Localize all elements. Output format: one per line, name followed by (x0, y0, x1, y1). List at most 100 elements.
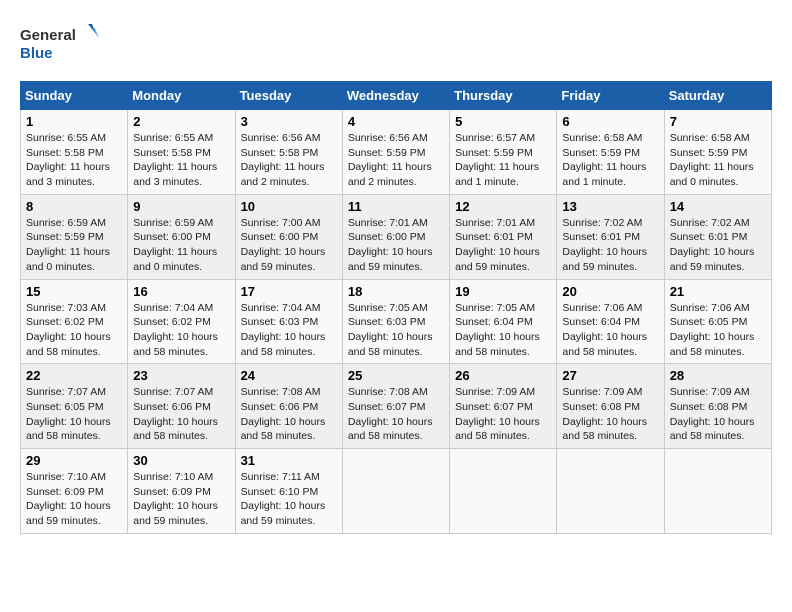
day-number: 20 (562, 284, 658, 299)
calendar-cell (557, 449, 664, 534)
logo-svg: General Blue (20, 20, 100, 65)
calendar-cell: 1 Sunrise: 6:55 AM Sunset: 5:58 PM Daylig… (21, 110, 128, 195)
day-info: Sunrise: 6:58 AM Sunset: 5:59 PM Dayligh… (562, 131, 658, 190)
day-info: Sunrise: 7:09 AM Sunset: 6:07 PM Dayligh… (455, 385, 551, 444)
day-number: 3 (241, 114, 337, 129)
day-info: Sunrise: 7:09 AM Sunset: 6:08 PM Dayligh… (562, 385, 658, 444)
calendar-cell (450, 449, 557, 534)
day-info: Sunrise: 7:07 AM Sunset: 6:05 PM Dayligh… (26, 385, 122, 444)
calendar-cell: 20Sunrise: 7:06 AM Sunset: 6:04 PM Dayli… (557, 279, 664, 364)
day-number: 21 (670, 284, 766, 299)
day-info: Sunrise: 7:08 AM Sunset: 6:06 PM Dayligh… (241, 385, 337, 444)
calendar-cell: 31Sunrise: 7:11 AM Sunset: 6:10 PM Dayli… (235, 449, 342, 534)
day-number: 29 (26, 453, 122, 468)
calendar-cell: 2Sunrise: 6:55 AM Sunset: 5:58 PM Daylig… (128, 110, 235, 195)
day-info: Sunrise: 7:08 AM Sunset: 6:07 PM Dayligh… (348, 385, 444, 444)
weekday-sunday: Sunday (21, 82, 128, 110)
day-number: 27 (562, 368, 658, 383)
day-info: Sunrise: 7:01 AM Sunset: 6:00 PM Dayligh… (348, 216, 444, 275)
day-number: 22 (26, 368, 122, 383)
day-number: 7 (670, 114, 766, 129)
day-info: Sunrise: 6:55 AM Sunset: 5:58 PM Dayligh… (26, 131, 122, 190)
day-info: Sunrise: 7:00 AM Sunset: 6:00 PM Dayligh… (241, 216, 337, 275)
calendar-cell: 5 Sunrise: 6:57 AM Sunset: 5:59 PM Daylig… (450, 110, 557, 195)
calendar-body: 1 Sunrise: 6:55 AM Sunset: 5:58 PM Daylig… (21, 110, 772, 534)
day-number: 12 (455, 199, 551, 214)
day-info: Sunrise: 7:02 AM Sunset: 6:01 PM Dayligh… (670, 216, 766, 275)
calendar-table: SundayMondayTuesdayWednesdayThursdayFrid… (20, 81, 772, 534)
day-info: Sunrise: 7:10 AM Sunset: 6:09 PM Dayligh… (26, 470, 122, 529)
day-number: 5 (455, 114, 551, 129)
calendar-cell: 4 Sunrise: 6:56 AM Sunset: 5:59 PM Daylig… (342, 110, 449, 195)
calendar-cell: 12 Sunrise: 7:01 AM Sunset: 6:01 PM Dayli… (450, 194, 557, 279)
calendar-cell: 17 Sunrise: 7:04 AM Sunset: 6:03 PM Dayli… (235, 279, 342, 364)
day-number: 9 (133, 199, 229, 214)
day-info: Sunrise: 7:09 AM Sunset: 6:08 PM Dayligh… (670, 385, 766, 444)
day-info: Sunrise: 6:56 AM Sunset: 5:58 PM Dayligh… (241, 131, 337, 190)
day-info: Sunrise: 7:02 AM Sunset: 6:01 PM Dayligh… (562, 216, 658, 275)
day-number: 18 (348, 284, 444, 299)
day-number: 2 (133, 114, 229, 129)
day-number: 15 (26, 284, 122, 299)
calendar-cell: 15 Sunrise: 7:03 AM Sunset: 6:02 PM Dayli… (21, 279, 128, 364)
weekday-tuesday: Tuesday (235, 82, 342, 110)
svg-text:General: General (20, 27, 76, 44)
logo: General Blue (20, 20, 100, 65)
calendar-cell: 7Sunrise: 6:58 AM Sunset: 5:59 PM Daylig… (664, 110, 771, 195)
calendar-cell: 6 Sunrise: 6:58 AM Sunset: 5:59 PM Daylig… (557, 110, 664, 195)
day-number: 30 (133, 453, 229, 468)
day-number: 25 (348, 368, 444, 383)
day-info: Sunrise: 6:56 AM Sunset: 5:59 PM Dayligh… (348, 131, 444, 190)
weekday-monday: Monday (128, 82, 235, 110)
page-header: General Blue (20, 20, 772, 65)
calendar-cell: 23 Sunrise: 7:07 AM Sunset: 6:06 PM Dayli… (128, 364, 235, 449)
weekday-friday: Friday (557, 82, 664, 110)
day-number: 19 (455, 284, 551, 299)
calendar-cell: 14 Sunrise: 7:02 AM Sunset: 6:01 PM Dayli… (664, 194, 771, 279)
calendar-cell: 29 Sunrise: 7:10 AM Sunset: 6:09 PM Dayli… (21, 449, 128, 534)
calendar-cell: 21 Sunrise: 7:06 AM Sunset: 6:05 PM Dayli… (664, 279, 771, 364)
day-number: 8 (26, 199, 122, 214)
weekday-thursday: Thursday (450, 82, 557, 110)
day-info: Sunrise: 7:10 AM Sunset: 6:09 PM Dayligh… (133, 470, 229, 529)
calendar-cell (342, 449, 449, 534)
calendar-cell: 30 Sunrise: 7:10 AM Sunset: 6:09 PM Dayli… (128, 449, 235, 534)
day-number: 1 (26, 114, 122, 129)
week-row-4: 22 Sunrise: 7:07 AM Sunset: 6:05 PM Dayli… (21, 364, 772, 449)
day-number: 10 (241, 199, 337, 214)
day-info: Sunrise: 7:06 AM Sunset: 6:05 PM Dayligh… (670, 301, 766, 360)
day-number: 23 (133, 368, 229, 383)
calendar-cell: 19 Sunrise: 7:05 AM Sunset: 6:04 PM Dayli… (450, 279, 557, 364)
day-number: 14 (670, 199, 766, 214)
day-info: Sunrise: 7:03 AM Sunset: 6:02 PM Dayligh… (26, 301, 122, 360)
day-number: 4 (348, 114, 444, 129)
week-row-2: 8 Sunrise: 6:59 AM Sunset: 5:59 PM Daylig… (21, 194, 772, 279)
day-number: 24 (241, 368, 337, 383)
day-info: Sunrise: 7:01 AM Sunset: 6:01 PM Dayligh… (455, 216, 551, 275)
calendar-cell: 16 Sunrise: 7:04 AM Sunset: 6:02 PM Dayli… (128, 279, 235, 364)
day-number: 17 (241, 284, 337, 299)
calendar-cell: 28 Sunrise: 7:09 AM Sunset: 6:08 PM Dayli… (664, 364, 771, 449)
day-number: 6 (562, 114, 658, 129)
day-info: Sunrise: 7:05 AM Sunset: 6:04 PM Dayligh… (455, 301, 551, 360)
week-row-1: 1 Sunrise: 6:55 AM Sunset: 5:58 PM Daylig… (21, 110, 772, 195)
weekday-header-row: SundayMondayTuesdayWednesdayThursdayFrid… (21, 82, 772, 110)
day-info: Sunrise: 7:04 AM Sunset: 6:02 PM Dayligh… (133, 301, 229, 360)
day-info: Sunrise: 7:07 AM Sunset: 6:06 PM Dayligh… (133, 385, 229, 444)
day-number: 13 (562, 199, 658, 214)
day-number: 16 (133, 284, 229, 299)
weekday-saturday: Saturday (664, 82, 771, 110)
day-number: 28 (670, 368, 766, 383)
day-info: Sunrise: 7:04 AM Sunset: 6:03 PM Dayligh… (241, 301, 337, 360)
calendar-cell: 3 Sunrise: 6:56 AM Sunset: 5:58 PM Daylig… (235, 110, 342, 195)
calendar-cell: 25 Sunrise: 7:08 AM Sunset: 6:07 PM Dayli… (342, 364, 449, 449)
day-info: Sunrise: 6:59 AM Sunset: 5:59 PM Dayligh… (26, 216, 122, 275)
day-info: Sunrise: 6:59 AM Sunset: 6:00 PM Dayligh… (133, 216, 229, 275)
calendar-cell: 27 Sunrise: 7:09 AM Sunset: 6:08 PM Dayli… (557, 364, 664, 449)
calendar-cell: 13 Sunrise: 7:02 AM Sunset: 6:01 PM Dayli… (557, 194, 664, 279)
calendar-cell: 26Sunrise: 7:09 AM Sunset: 6:07 PM Dayli… (450, 364, 557, 449)
day-info: Sunrise: 6:57 AM Sunset: 5:59 PM Dayligh… (455, 131, 551, 190)
calendar-cell: 18 Sunrise: 7:05 AM Sunset: 6:03 PM Dayli… (342, 279, 449, 364)
calendar-cell: 8 Sunrise: 6:59 AM Sunset: 5:59 PM Daylig… (21, 194, 128, 279)
day-info: Sunrise: 7:05 AM Sunset: 6:03 PM Dayligh… (348, 301, 444, 360)
